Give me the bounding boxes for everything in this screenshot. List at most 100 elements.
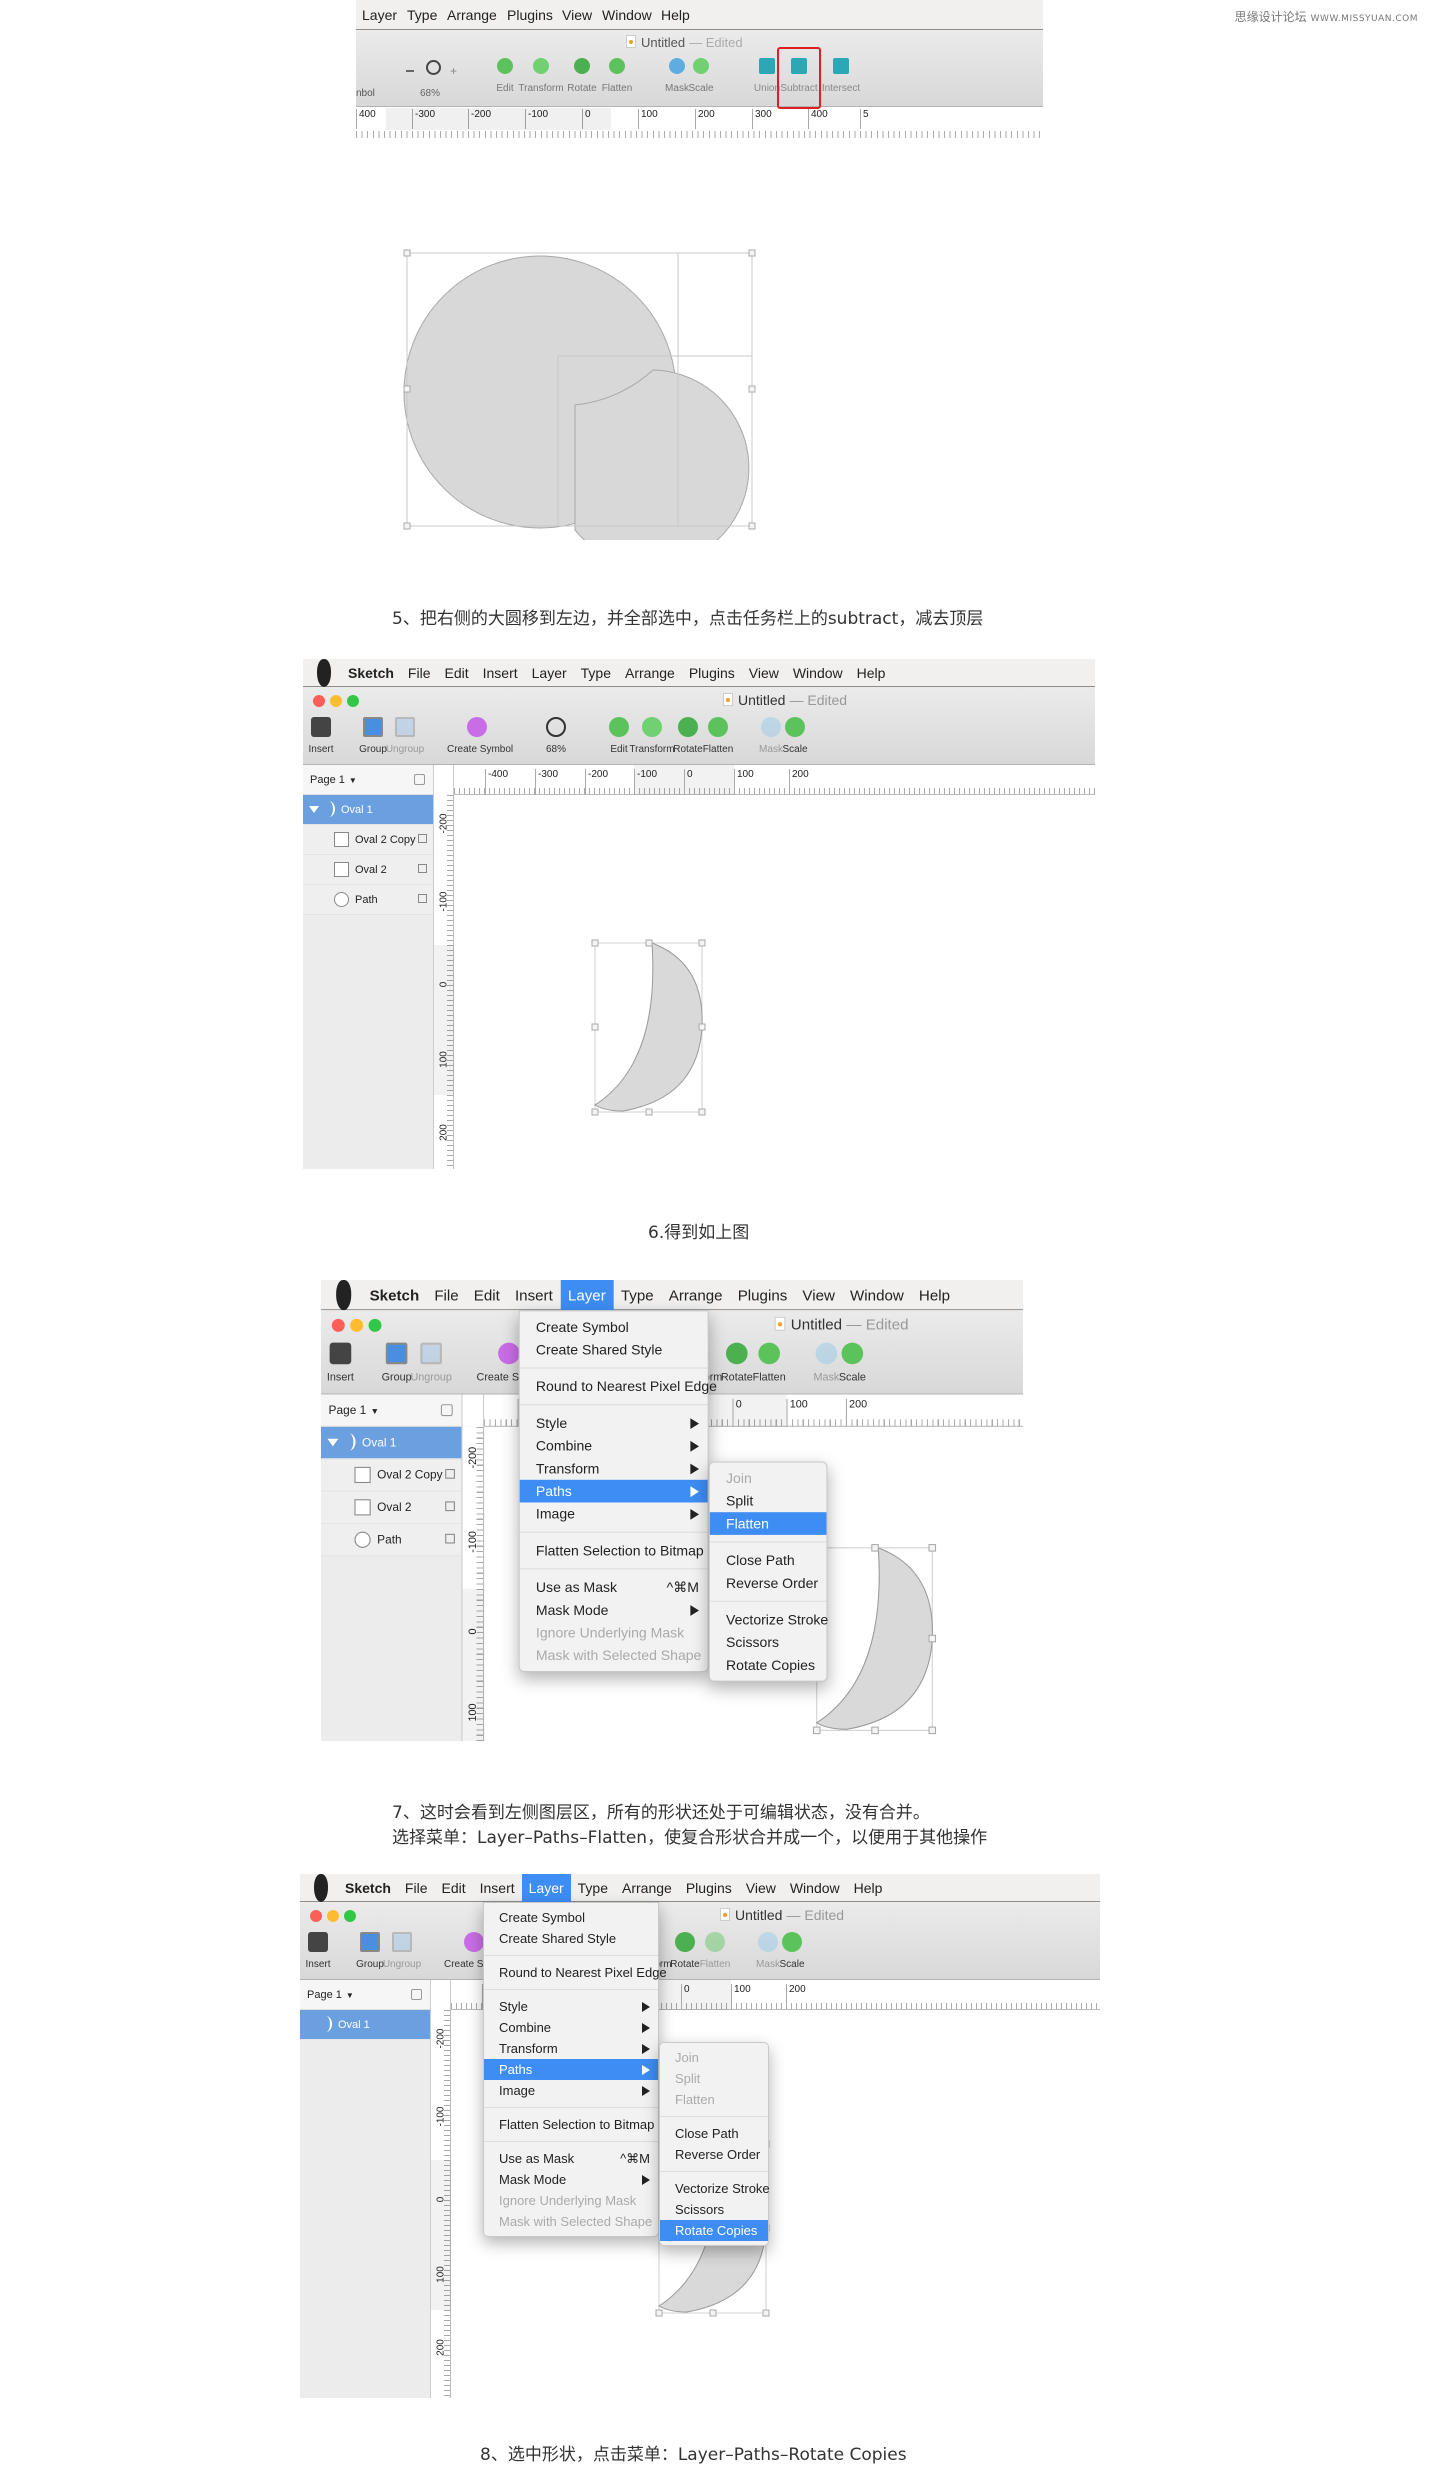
menu-item-scissors[interactable]: Scissors: [660, 2199, 768, 2220]
document-title[interactable]: Untitled — Edited: [774, 1316, 909, 1333]
menu-window[interactable]: Window: [783, 1874, 847, 1902]
tool-scale[interactable]: Scale: [676, 58, 726, 94]
menu-item-scissors[interactable]: Scissors: [710, 1631, 827, 1654]
menu-plugins[interactable]: Plugins: [507, 7, 553, 23]
layer-row[interactable]: Oval 1: [321, 1426, 462, 1460]
menu-insert[interactable]: Insert: [507, 1280, 560, 1310]
menu-item-image[interactable]: Image: [484, 2080, 658, 2101]
tool-ungroup[interactable]: Ungroup: [372, 1932, 432, 1970]
menu-layer[interactable]: Layer: [560, 1280, 614, 1310]
tool-68[interactable]: 68%: [526, 717, 586, 755]
resize-handle[interactable]: [698, 939, 706, 947]
menu-file[interactable]: File: [398, 1874, 435, 1902]
boolean-subtract-icon[interactable]: [445, 1533, 455, 1544]
resize-handle[interactable]: [762, 2309, 770, 2317]
layer-row[interactable]: Oval 2: [321, 1491, 462, 1525]
menu-edit[interactable]: Edit: [466, 1280, 507, 1310]
menu-arrange[interactable]: Arrange: [618, 659, 682, 687]
menu-file[interactable]: File: [401, 659, 438, 687]
menu-file[interactable]: File: [427, 1280, 466, 1310]
menu-app-name[interactable]: Sketch: [341, 659, 401, 687]
menu-help[interactable]: Help: [661, 7, 690, 23]
layer-row[interactable]: Path: [321, 1524, 462, 1557]
menu-insert[interactable]: Insert: [473, 1874, 522, 1902]
menu-layer[interactable]: Layer: [362, 7, 397, 23]
collapse-pages-icon[interactable]: [414, 774, 425, 785]
menu-help[interactable]: Help: [847, 1874, 890, 1902]
menu-plugins[interactable]: Plugins: [679, 1874, 739, 1902]
resize-handle[interactable]: [871, 1544, 879, 1552]
menu-item-paths[interactable]: Paths: [484, 2059, 658, 2080]
boolean-subtract-icon[interactable]: [445, 1469, 455, 1479]
resize-handle[interactable]: [709, 2309, 717, 2317]
zoom-icon[interactable]: [426, 60, 441, 75]
tool-ungroup[interactable]: Ungroup: [375, 717, 435, 755]
boolean-subtract-icon[interactable]: [418, 864, 427, 873]
boolean-subtract-icon[interactable]: [418, 894, 427, 903]
menu-arrange[interactable]: Arrange: [615, 1874, 679, 1902]
menu-item-create-shared-style[interactable]: Create Shared Style: [520, 1338, 708, 1361]
resize-handle[interactable]: [698, 1023, 706, 1031]
menu-plugins[interactable]: Plugins: [682, 659, 742, 687]
tool-flatten[interactable]: Flatten: [592, 58, 642, 94]
menu-insert[interactable]: Insert: [476, 659, 525, 687]
menu-item-flatten-selection-to-bitmap[interactable]: Flatten Selection to Bitmap: [520, 1539, 708, 1562]
menu-item-vectorize-stroke[interactable]: Vectorize Stroke: [710, 1608, 828, 1631]
zoom-button[interactable]: [344, 1910, 356, 1922]
resize-handle[interactable]: [645, 1108, 653, 1116]
resize-handle[interactable]: [928, 1544, 937, 1552]
menu-type[interactable]: Type: [613, 1280, 661, 1310]
boolean-subtract-icon[interactable]: [445, 1501, 455, 1512]
tool-ungroup[interactable]: Ungroup: [399, 1342, 464, 1384]
menu-help[interactable]: Help: [911, 1280, 957, 1310]
page-selector[interactable]: Page 1 ▼: [303, 765, 433, 795]
menu-item-image[interactable]: Image: [520, 1502, 708, 1525]
menu-type[interactable]: Type: [407, 7, 437, 23]
resize-handle[interactable]: [698, 1108, 706, 1116]
resize-handle[interactable]: [403, 385, 411, 393]
minimize-button[interactable]: [350, 1318, 364, 1332]
tool-flatten[interactable]: Flatten: [737, 1342, 802, 1384]
menu-item-reverse-order[interactable]: Reverse Order: [710, 1572, 827, 1595]
menu-window[interactable]: Window: [602, 7, 652, 23]
menu-item-close-path[interactable]: Close Path: [710, 1549, 827, 1572]
layer-row[interactable]: Oval 1: [303, 795, 433, 825]
menu-item-use-as-mask[interactable]: Use as Mask ^⌘M: [520, 1576, 708, 1599]
zoom-button[interactable]: [368, 1318, 382, 1332]
layer-row[interactable]: Oval 2: [303, 855, 433, 885]
resize-handle[interactable]: [403, 249, 411, 257]
resize-handle[interactable]: [928, 1726, 937, 1735]
close-button[interactable]: [310, 1910, 322, 1922]
menu-item-flatten-selection-to-bitmap[interactable]: Flatten Selection to Bitmap: [484, 2114, 658, 2135]
resize-handle[interactable]: [871, 1726, 879, 1735]
zoom-out-icon[interactable]: [406, 70, 414, 72]
menu-plugins[interactable]: Plugins: [730, 1280, 795, 1310]
minimize-button[interactable]: [327, 1910, 339, 1922]
menu-item-use-as-mask[interactable]: Use as Mask ^⌘M: [484, 2148, 658, 2169]
disclosure-triangle-icon[interactable]: [327, 1438, 339, 1447]
menu-item-vectorize-stroke[interactable]: Vectorize Stroke: [660, 2178, 770, 2199]
resize-handle[interactable]: [655, 2309, 663, 2317]
tool-flatten[interactable]: Flatten: [685, 1932, 745, 1970]
menu-view[interactable]: View: [739, 1874, 783, 1902]
resize-handle[interactable]: [748, 249, 756, 257]
menu-arrange[interactable]: Arrange: [661, 1280, 730, 1310]
tool-scale[interactable]: Scale: [820, 1342, 885, 1384]
resize-handle[interactable]: [591, 1023, 599, 1031]
menu-item-close-path[interactable]: Close Path: [660, 2123, 768, 2144]
tool-intersect[interactable]: Intersect: [816, 58, 866, 94]
resize-handle[interactable]: [403, 522, 411, 530]
menu-type[interactable]: Type: [574, 659, 618, 687]
resize-handle[interactable]: [591, 1108, 599, 1116]
menu-item-combine[interactable]: Combine: [520, 1434, 708, 1457]
zoom-in-icon[interactable]: +: [450, 65, 457, 77]
layer-row[interactable]: Path: [303, 885, 433, 915]
menu-type[interactable]: Type: [571, 1874, 615, 1902]
menu-item-create-symbol[interactable]: Create Symbol: [520, 1316, 708, 1339]
resize-handle[interactable]: [812, 1726, 821, 1735]
menu-item-create-symbol[interactable]: Create Symbol: [484, 1907, 658, 1928]
document-title[interactable]: Untitled — Edited: [723, 692, 847, 708]
minimize-button[interactable]: [330, 695, 342, 707]
menu-arrange[interactable]: Arrange: [447, 7, 497, 23]
menu-view[interactable]: View: [742, 659, 786, 687]
